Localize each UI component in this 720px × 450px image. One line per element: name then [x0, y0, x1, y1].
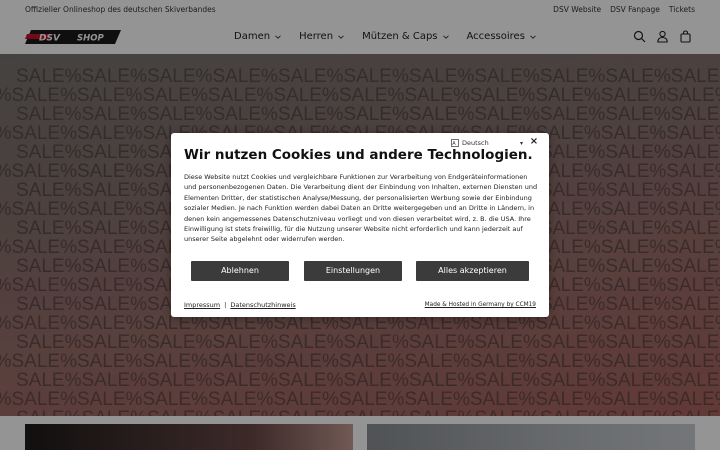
- privacy-link[interactable]: Datenschutzhinweis: [230, 301, 295, 309]
- imprint-link[interactable]: Impressum: [184, 301, 220, 309]
- dialog-footer-links: Impressum | Datenschutzhinweis: [184, 301, 296, 309]
- settings-button[interactable]: Einstellungen: [304, 261, 402, 281]
- hosted-by-link[interactable]: Made & Hosted in Germany by CCM19: [425, 302, 536, 308]
- chevron-down-icon: ▾: [519, 140, 523, 147]
- footer-separator: |: [224, 301, 227, 309]
- language-icon: A: [451, 139, 459, 147]
- language-label: Deutsch: [462, 139, 489, 147]
- dialog-body: Diese Website nutzt Cookies und vergleic…: [184, 173, 538, 244]
- accept-all-button[interactable]: Alles akzeptieren: [416, 261, 529, 281]
- dialog-title: Wir nutzen Cookies und andere Technologi…: [184, 147, 533, 163]
- reject-button[interactable]: Ablehnen: [191, 261, 289, 281]
- cookie-consent-dialog: A Deutsch ▾ × Wir nutzen Cookies und and…: [171, 133, 549, 317]
